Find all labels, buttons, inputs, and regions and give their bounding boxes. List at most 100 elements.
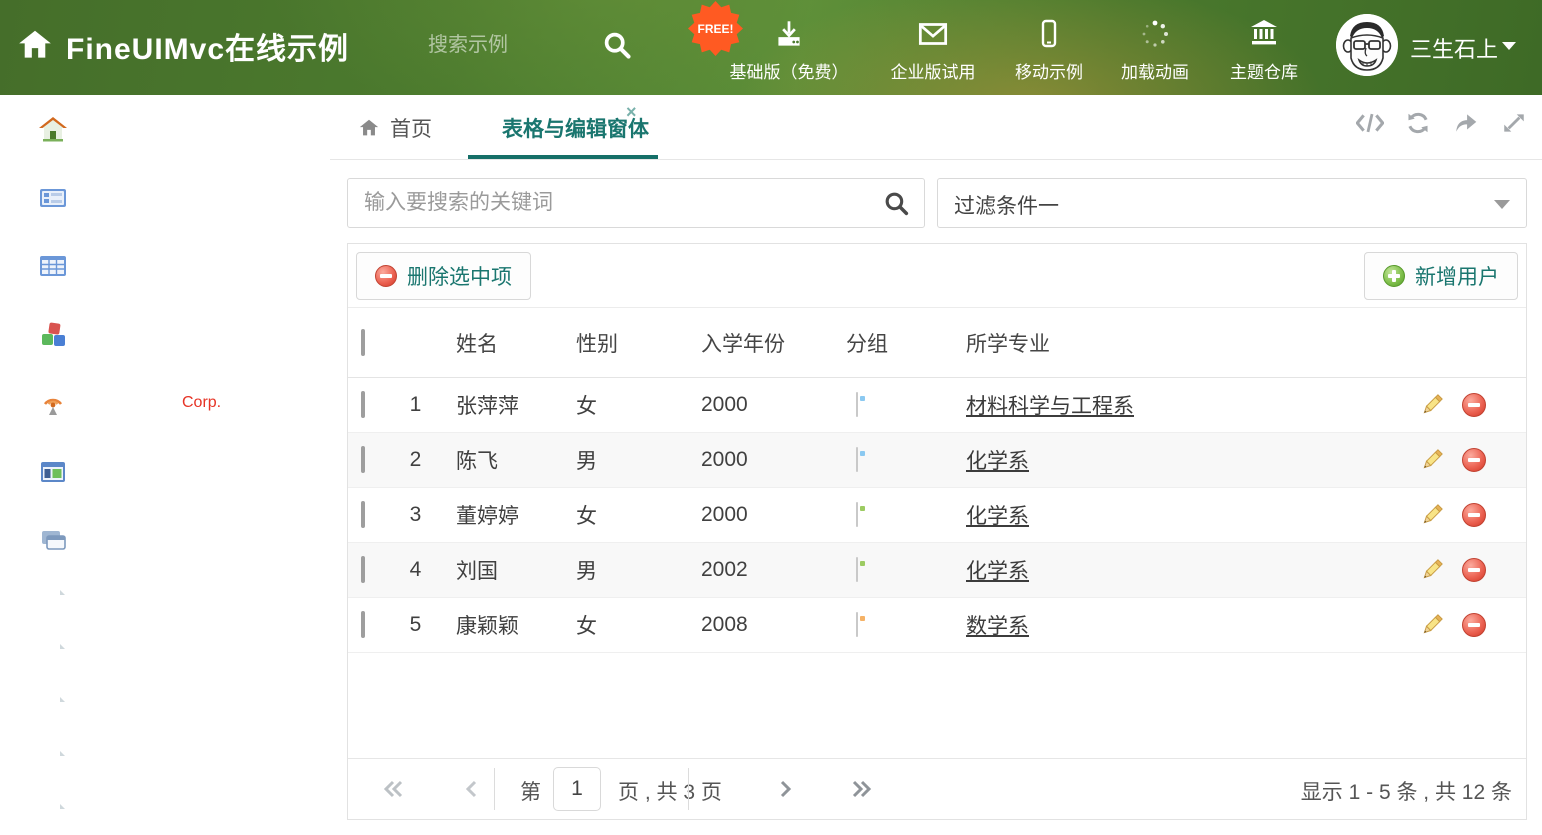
row-checkbox[interactable] — [361, 556, 365, 583]
cell-gender: 女 — [576, 505, 597, 528]
delete-row-icon[interactable] — [1462, 393, 1486, 417]
sidebar-subitem-popup-window[interactable]: 弹出窗体（本页面或... — [0, 575, 330, 629]
avatar[interactable] — [1336, 14, 1398, 76]
edit-pencil-icon[interactable] — [1420, 393, 1444, 417]
last-page-icon[interactable] — [848, 776, 874, 802]
envelope-icon — [858, 14, 1008, 52]
row-checkbox[interactable] — [361, 611, 365, 638]
column-header-year[interactable]: 入学年份 — [701, 328, 846, 358]
refresh-icon[interactable] — [1404, 109, 1432, 137]
edit-pencil-icon[interactable] — [1420, 558, 1444, 582]
pagination-divider — [688, 768, 689, 810]
row-checkbox[interactable] — [361, 501, 365, 528]
open-in-new-icon[interactable] — [1452, 109, 1480, 137]
file-icon — [46, 750, 68, 774]
edit-pencil-icon[interactable] — [1420, 613, 1444, 637]
header-search-input[interactable] — [428, 28, 588, 62]
delete-selected-button[interactable]: 删除选中项 — [356, 252, 531, 300]
delete-row-icon[interactable] — [1462, 503, 1486, 527]
table-row: 5 康颖颖 女 2008 数学系 — [348, 598, 1526, 653]
major-link[interactable]: 化学系 — [966, 450, 1029, 473]
major-link[interactable]: 化学系 — [966, 560, 1029, 583]
table-row: 3 董婷婷 女 2000 化学系 — [348, 488, 1526, 543]
cell-gender: 女 — [576, 395, 597, 418]
tab-close-icon[interactable]: × — [626, 103, 637, 121]
file-icon — [46, 696, 68, 720]
home-logo-icon[interactable] — [16, 26, 54, 69]
table-header-row: 姓名 性别 入学年份 分组 所学专业 — [348, 308, 1526, 378]
cell-name: 康颖颖 — [456, 615, 519, 638]
row-number: 1 — [409, 393, 422, 416]
cell-year: 2000 — [701, 448, 748, 471]
tag-icon — [856, 612, 865, 637]
cell-name: 刘国 — [456, 560, 498, 583]
column-header-name[interactable]: 姓名 — [438, 328, 576, 358]
cell-gender: 男 — [576, 450, 597, 473]
source-code-icon[interactable] — [1356, 109, 1384, 137]
nav-item-enterprise-trial[interactable]: 企业版试用 — [858, 14, 1008, 83]
grid-empty-area — [348, 653, 1526, 758]
sidebar-item-iframe[interactable]: 内联框架 — [0, 506, 330, 575]
grid-panel: 删除选中项 新增用户 姓名 性别 入学年份 分组 所学专业 1 张萍萍 女 20… — [347, 243, 1527, 820]
row-number: 4 — [409, 558, 422, 581]
chevron-down-icon — [298, 536, 316, 547]
filter-dropdown[interactable]: 过滤条件一 — [937, 178, 1527, 228]
cell-name: 董婷婷 — [456, 505, 519, 528]
delete-row-icon[interactable] — [1462, 558, 1486, 582]
delete-row-icon[interactable] — [1462, 613, 1486, 637]
chevron-right-icon — [302, 121, 312, 138]
row-checkbox[interactable] — [361, 391, 365, 418]
chevron-right-icon — [302, 258, 312, 275]
sidebar-item-more-controls[interactable]: 更多控件 — [0, 301, 330, 370]
sidebar-item-grid-controls[interactable]: 表格控件 — [0, 232, 330, 301]
next-page-icon[interactable] — [772, 776, 798, 802]
sidebar-item-mobile-controls[interactable]: 移动控件 Corp. — [0, 369, 330, 438]
first-page-icon[interactable] — [381, 776, 407, 802]
corp-badge: Corp. — [182, 394, 222, 412]
keyword-search-box — [347, 178, 925, 228]
sidebar-item-basic-usage[interactable]: 基本用法 — [0, 95, 330, 164]
sidebar-subitem-child-to-parent-2[interactable]: 子窗口向父窗口传值... — [0, 789, 330, 835]
form-icon — [38, 183, 68, 213]
delete-row-icon[interactable] — [1462, 448, 1486, 472]
edit-pencil-icon[interactable] — [1420, 503, 1444, 527]
major-link[interactable]: 数学系 — [966, 615, 1029, 638]
major-link[interactable]: 化学系 — [966, 505, 1029, 528]
tab-home[interactable]: 首页 — [358, 113, 432, 143]
home-tab-icon — [359, 119, 379, 136]
tab-grid-edit-window[interactable]: 表格与编辑窗体 — [468, 95, 683, 160]
user-name[interactable]: 三生石上 — [1410, 32, 1498, 64]
add-user-button[interactable]: 新增用户 — [1364, 252, 1518, 300]
cell-name: 陈飞 — [456, 450, 498, 473]
sidebar-subitem-grid-edit-window[interactable]: 表格与编辑窗体 — [0, 628, 330, 682]
prev-page-icon[interactable] — [459, 776, 485, 802]
keyword-search-input[interactable] — [364, 179, 874, 227]
row-checkbox[interactable] — [361, 446, 365, 473]
cell-year: 2000 — [701, 393, 748, 416]
sidebar-item-form-controls[interactable]: 表单控件 — [0, 164, 330, 233]
file-icon — [46, 643, 68, 667]
expand-icon[interactable] — [1500, 109, 1528, 137]
chevron-right-icon — [302, 463, 312, 480]
edit-pencil-icon[interactable] — [1420, 448, 1444, 472]
grid-toolbar: 删除选中项 新增用户 — [348, 244, 1526, 308]
nav-item-loading-animation[interactable]: 加载动画 — [1100, 14, 1210, 83]
search-icon[interactable] — [883, 190, 910, 222]
user-menu-caret-icon[interactable] — [1502, 42, 1516, 50]
nav-item-theme-store[interactable]: 主题仓库 — [1209, 14, 1319, 83]
page-number-input[interactable] — [553, 767, 601, 811]
select-all-checkbox[interactable] — [361, 328, 365, 356]
column-header-major[interactable]: 所学专业 — [966, 328, 1412, 358]
major-link[interactable]: 材料科学与工程系 — [966, 395, 1134, 418]
sidebar-item-page-layout[interactable]: 页面布局 — [0, 438, 330, 507]
nav-item-mobile-demo[interactable]: 移动示例 — [994, 14, 1104, 83]
record-count-summary: 显示 1 - 5 条 , 共 12 条 — [1300, 781, 1512, 804]
header-search-icon[interactable] — [602, 30, 632, 65]
column-header-gender[interactable]: 性别 — [576, 328, 701, 358]
sidebar-subitem-grid-edit-window-2[interactable]: 表格与编辑窗体（不... — [0, 682, 330, 736]
tag-icon — [856, 502, 865, 527]
cell-year: 2000 — [701, 503, 748, 526]
column-header-group[interactable]: 分组 — [846, 328, 966, 358]
plus-circle-icon — [1383, 265, 1405, 287]
sidebar-subitem-child-to-parent[interactable]: 子窗口向父窗口传值 — [0, 735, 330, 789]
